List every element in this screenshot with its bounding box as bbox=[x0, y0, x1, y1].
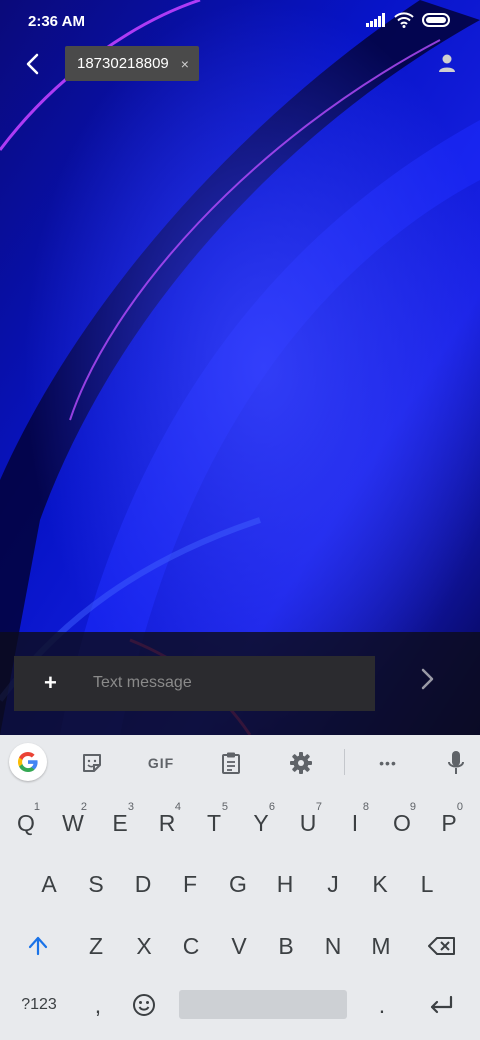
wifi-icon bbox=[394, 12, 414, 28]
key-r[interactable]: R4 bbox=[147, 798, 187, 848]
backspace-key[interactable] bbox=[422, 921, 462, 971]
space-bar[interactable] bbox=[179, 990, 347, 1019]
battery-icon bbox=[422, 13, 450, 27]
key-z[interactable]: Z bbox=[76, 921, 116, 971]
toolbar-divider bbox=[344, 749, 345, 775]
google-g-icon[interactable] bbox=[9, 743, 47, 781]
key-d[interactable]: D bbox=[123, 859, 163, 909]
key-m[interactable]: M bbox=[361, 921, 401, 971]
conversation-header: 18730218809 × bbox=[0, 42, 480, 86]
key-g[interactable]: G bbox=[218, 859, 258, 909]
recipient-number: 18730218809 bbox=[77, 55, 169, 72]
key-b[interactable]: B bbox=[266, 921, 306, 971]
send-arrow-icon[interactable] bbox=[415, 665, 439, 693]
back-arrow-icon[interactable] bbox=[20, 50, 48, 78]
keyboard: GIF ••• Q 1 W 2 E 3 R 4 T 5 Y 6 U 7 I 8 … bbox=[0, 735, 480, 1040]
clipboard-icon[interactable] bbox=[213, 745, 249, 781]
key-o[interactable]: O9 bbox=[382, 798, 422, 848]
microphone-icon[interactable] bbox=[438, 745, 474, 781]
key-q[interactable]: Q1 bbox=[6, 798, 46, 848]
key-p[interactable]: P0 bbox=[429, 798, 469, 848]
messaging-screen: 2:36 AM 18730218809 × + Text message GIF… bbox=[0, 0, 480, 1040]
message-input[interactable]: + Text message bbox=[14, 656, 375, 711]
status-bar: 2:36 AM bbox=[0, 0, 480, 40]
signal-icon bbox=[366, 13, 385, 27]
key-v[interactable]: V bbox=[219, 921, 259, 971]
key-s[interactable]: S bbox=[76, 859, 116, 909]
key-f[interactable]: F bbox=[170, 859, 210, 909]
backspace-icon bbox=[428, 937, 455, 955]
shift-arrow-icon bbox=[28, 936, 48, 956]
key-x[interactable]: X bbox=[124, 921, 164, 971]
gif-label: GIF bbox=[147, 755, 175, 771]
message-placeholder: Text message bbox=[93, 674, 192, 691]
symbols-key[interactable]: ?123 bbox=[14, 980, 64, 1030]
comma-key[interactable]: , bbox=[78, 980, 118, 1030]
key-j[interactable]: J bbox=[313, 859, 353, 909]
enter-return-icon bbox=[430, 995, 453, 1014]
more-options-icon[interactable]: ••• bbox=[370, 745, 406, 781]
emoji-key[interactable] bbox=[124, 980, 164, 1030]
key-l[interactable]: L bbox=[407, 859, 447, 909]
message-composer: + Text message bbox=[0, 632, 480, 735]
enter-key[interactable] bbox=[421, 980, 461, 1030]
key-t[interactable]: T5 bbox=[194, 798, 234, 848]
settings-gear-icon[interactable] bbox=[283, 745, 319, 781]
key-c[interactable]: C bbox=[171, 921, 211, 971]
emoji-smiley-icon bbox=[133, 994, 155, 1016]
key-n[interactable]: N bbox=[313, 921, 353, 971]
period-key[interactable]: . bbox=[362, 980, 402, 1030]
wallpaper bbox=[0, 0, 480, 735]
key-e[interactable]: E3 bbox=[100, 798, 140, 848]
shift-key[interactable] bbox=[18, 921, 58, 971]
key-w[interactable]: W2 bbox=[53, 798, 93, 848]
attach-plus-icon[interactable]: + bbox=[44, 670, 57, 696]
recipient-chip[interactable]: 18730218809 × bbox=[65, 46, 199, 81]
sticker-icon[interactable] bbox=[74, 745, 110, 781]
contact-person-icon[interactable] bbox=[436, 52, 458, 74]
key-u[interactable]: U7 bbox=[288, 798, 328, 848]
key-y[interactable]: Y6 bbox=[241, 798, 281, 848]
key-i[interactable]: I8 bbox=[335, 798, 375, 848]
status-time: 2:36 AM bbox=[28, 13, 85, 30]
keyboard-toolbar: GIF ••• bbox=[0, 735, 480, 790]
key-h[interactable]: H bbox=[265, 859, 305, 909]
key-a[interactable]: A bbox=[29, 859, 69, 909]
gif-button[interactable]: GIF bbox=[143, 745, 179, 781]
remove-recipient-icon[interactable]: × bbox=[181, 56, 189, 72]
key-k[interactable]: K bbox=[360, 859, 400, 909]
